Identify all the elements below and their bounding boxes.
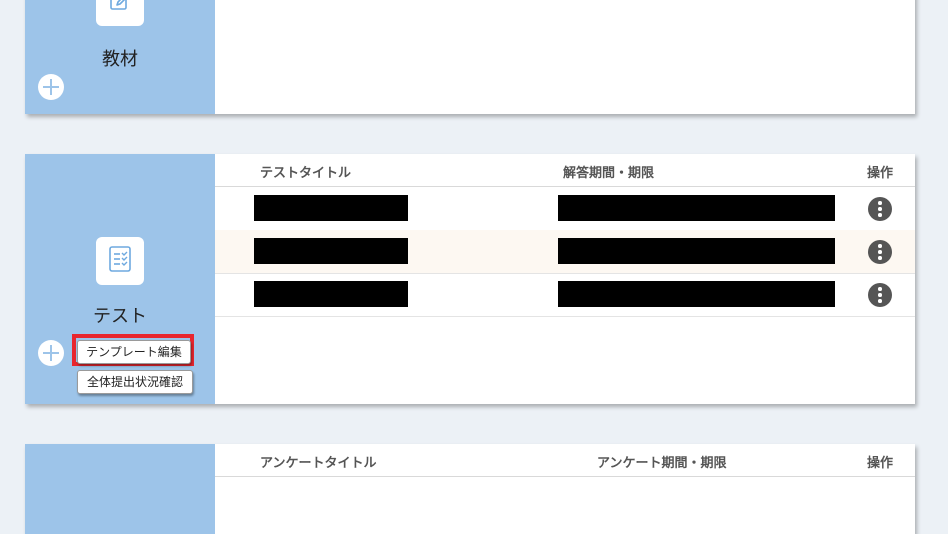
test-table: テストタイトル 解答期間・期限 操作	[215, 154, 915, 404]
materials-sidebar: 教材	[25, 0, 215, 114]
survey-card: アンケートタイトル アンケート期間・期限 操作	[25, 444, 915, 534]
template-edit-button[interactable]: テンプレート編集	[77, 340, 191, 364]
add-materials-button[interactable]	[38, 74, 64, 100]
redacted-title	[254, 281, 408, 307]
test-table-header: テストタイトル 解答期間・期限 操作	[215, 154, 915, 187]
redacted-period	[558, 238, 835, 264]
column-answer-period: 解答期間・期限	[563, 166, 655, 181]
table-row	[215, 187, 915, 231]
more-vertical-icon[interactable]	[868, 197, 892, 221]
test-label: テスト	[93, 306, 147, 327]
column-survey-title: アンケートタイトル	[260, 456, 377, 471]
test-icon-box	[96, 237, 144, 285]
test-sidebar: テスト テンプレート編集 全体提出状況確認	[25, 154, 215, 404]
table-row	[215, 273, 915, 317]
table-row	[215, 230, 915, 274]
materials-label: 教材	[102, 49, 138, 70]
column-test-title: テストタイトル	[260, 166, 352, 181]
materials-content	[215, 0, 915, 114]
more-vertical-icon[interactable]	[868, 283, 892, 307]
redacted-title	[254, 195, 408, 221]
column-actions: 操作	[867, 166, 894, 181]
more-vertical-icon[interactable]	[868, 240, 892, 264]
edit-icon	[105, 0, 135, 19]
add-test-button[interactable]	[38, 340, 64, 366]
redacted-title	[254, 238, 408, 264]
redacted-period	[558, 195, 835, 221]
materials-card: 教材	[25, 0, 915, 114]
survey-table: アンケートタイトル アンケート期間・期限 操作	[215, 444, 915, 534]
column-survey-actions: 操作	[867, 456, 894, 471]
survey-sidebar	[25, 444, 215, 534]
materials-icon-box	[96, 0, 144, 26]
redacted-period	[558, 281, 835, 307]
survey-table-header: アンケートタイトル アンケート期間・期限 操作	[215, 444, 915, 477]
checklist-icon	[106, 244, 134, 278]
test-card: テスト テンプレート編集 全体提出状況確認 テストタイトル 解答期間・期限 操作	[25, 154, 915, 404]
column-survey-period: アンケート期間・期限	[597, 456, 727, 471]
overall-status-button[interactable]: 全体提出状況確認	[77, 370, 193, 394]
